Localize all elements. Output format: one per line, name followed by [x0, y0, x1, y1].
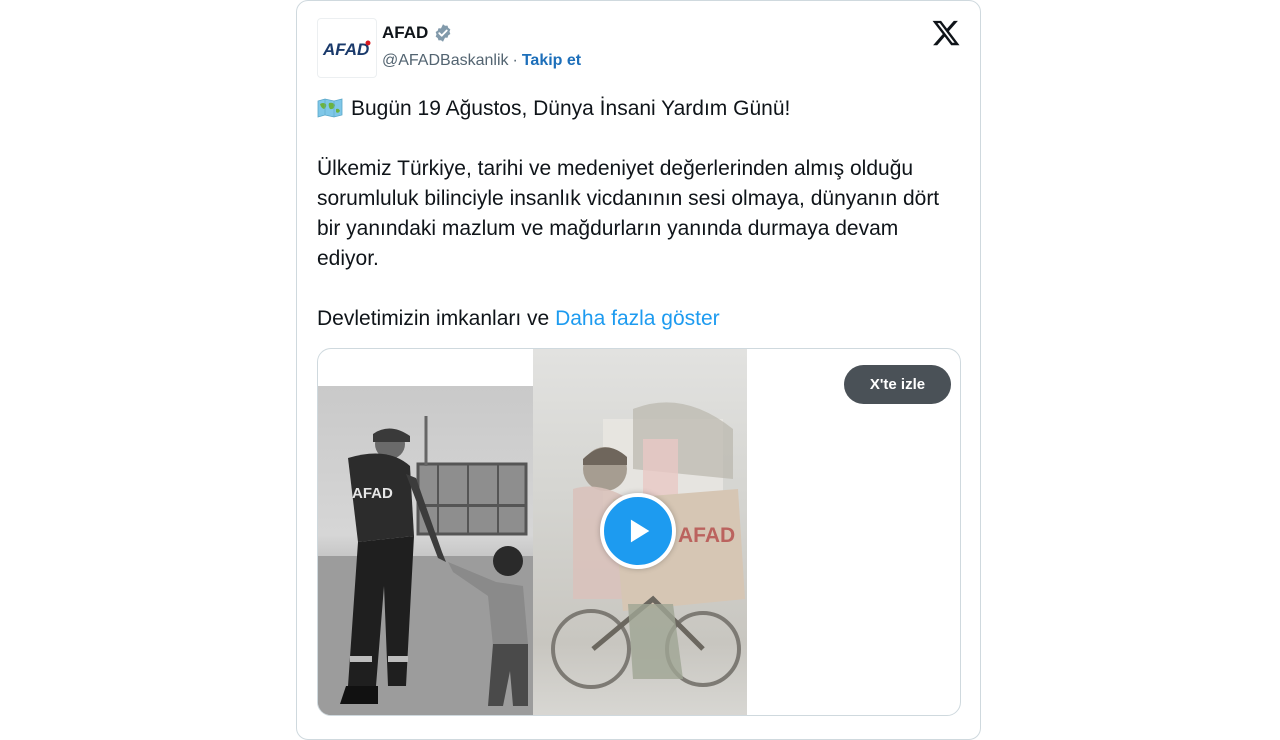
box-afad-text: AFAD [678, 524, 735, 547]
follow-link[interactable]: Takip et [522, 52, 581, 70]
author-name[interactable]: AFAD [382, 23, 428, 43]
tweet-line-1: Bugün 19 Ağustos, Dünya İnsani Yardım Gü… [317, 94, 957, 124]
separator-dot: · [512, 52, 518, 69]
show-more-link[interactable]: Daha fazla göster [555, 307, 720, 330]
vest-afad-text: AFAD [352, 485, 393, 502]
svg-text:AFAD: AFAD [322, 40, 369, 59]
author-name-row: AFAD [382, 23, 453, 43]
author-handle[interactable]: @AFADBaskanlik [382, 52, 509, 70]
verified-badge-icon [433, 23, 453, 43]
x-logo-icon[interactable] [931, 18, 961, 48]
play-button[interactable] [600, 493, 676, 569]
world-map-emoji-icon [317, 97, 343, 118]
watch-on-x-button[interactable]: X'te izle [844, 365, 951, 404]
handle-row: @AFADBaskanlik · Takip et [382, 52, 581, 70]
video-media[interactable]: AFAD AFAD X'te izle [317, 348, 961, 716]
tweet-paragraph-2: Ülkemiz Türkiye, tarihi ve medeniyet değ… [317, 157, 940, 270]
tweet-paragraph-3: Devletimizin imkanları ve Daha fazla gös… [317, 304, 957, 334]
tweet-text: Bugün 19 Ağustos, Dünya İnsani Yardım Gü… [317, 94, 957, 334]
afad-logo: AFAD [322, 40, 371, 59]
tweet-embed-card: AFAD AFAD @AFADBaskanlik · Takip et Bugü… [296, 0, 981, 740]
video-thumbnail-left: AFAD [318, 386, 533, 715]
avatar[interactable]: AFAD [317, 18, 377, 78]
play-icon [630, 519, 650, 543]
tweet-paragraph-3-text: Devletimizin imkanları ve [317, 307, 550, 330]
tweet-headline: Bugün 19 Ağustos, Dünya İnsani Yardım Gü… [351, 97, 791, 120]
